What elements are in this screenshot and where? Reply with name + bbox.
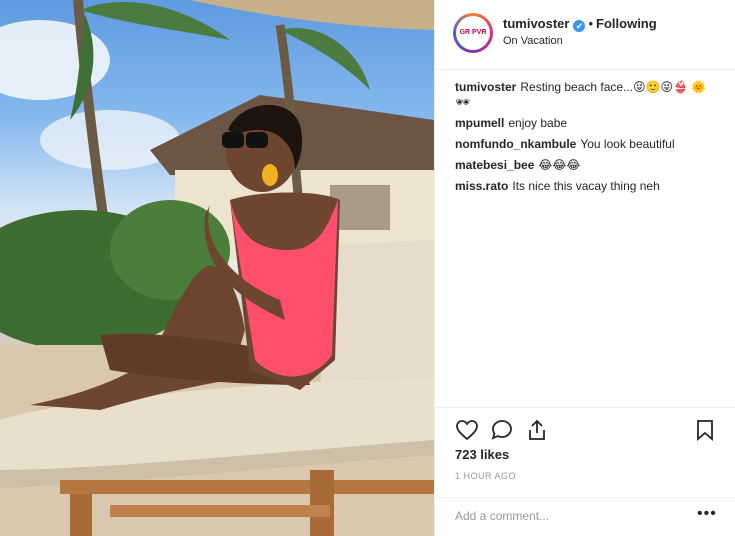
comments-list: tumivoster Resting beach face...😜🙂😜👙 🌞🕶 m… [455,80,720,200]
avatar-image: GR PVR [456,16,490,50]
comment-item: miss.rato Its nice this vacay thing neh [455,179,720,194]
comment-text: 😂😂😂 [538,158,581,172]
heart-icon[interactable] [455,418,479,442]
avatar[interactable]: GR PVR [453,13,493,53]
comment-username[interactable]: matebesi_bee [455,158,534,172]
share-icon[interactable] [525,418,549,442]
more-options-icon[interactable]: ••• [697,505,717,523]
comment-username[interactable]: tumivoster [455,80,516,94]
username-link[interactable]: tumivoster [503,16,569,31]
verified-badge-icon: ✔ [573,20,586,32]
comment-username[interactable]: mpumell [455,116,504,130]
separator-dot: • [588,16,594,31]
comment-icon[interactable] [490,418,514,442]
post-header: GR PVR tumivoster ✔ • Following On Vacation [435,0,735,70]
user-row: tumivoster ✔ • Following [503,16,657,32]
post-photo[interactable] [0,0,434,536]
post-actions: 723 likes 1 HOUR AGO [435,407,735,497]
location-link[interactable]: On Vacation [503,35,563,47]
comment-text: enjoy babe [508,116,568,130]
likes-count[interactable]: 723 likes [455,447,509,462]
comment-item: tumivoster Resting beach face...😜🙂😜👙 🌞🕶 [455,80,720,110]
bookmark-icon[interactable] [693,418,717,442]
beach-photo-illustration [0,0,434,536]
comment-item: mpumell enjoy babe [455,116,720,131]
comment-item: matebesi_bee 😂😂😂 [455,158,720,173]
post-timestamp[interactable]: 1 HOUR AGO [455,471,516,481]
comment-username[interactable]: miss.rato [455,179,508,193]
post-side-panel: GR PVR tumivoster ✔ • Following On Vacation… [434,0,735,536]
comment-item: nomfundo_nkambule You look beautiful [455,137,720,152]
instagram-post-window: GR PVR tumivoster ✔ • Following On Vacation… [0,0,735,536]
comment-text: Its nice this vacay thing neh [512,179,660,193]
comment-input[interactable]: Add a comment... [455,509,549,523]
following-button[interactable]: Following [596,16,657,31]
add-comment-bar: Add a comment... ••• [435,497,735,536]
comment-username[interactable]: nomfundo_nkambule [455,137,576,151]
comment-text: You look beautiful [580,137,675,151]
